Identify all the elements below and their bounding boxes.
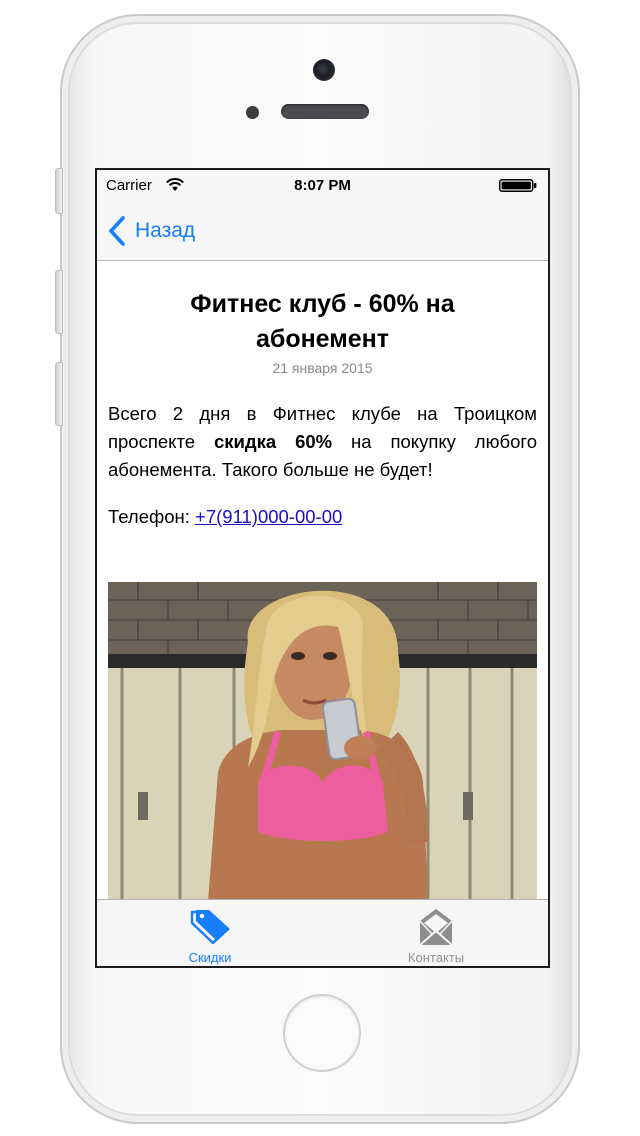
status-bar: Carrier 8:07 PM (97, 170, 548, 202)
mute-switch (55, 168, 63, 214)
article-body: Всего 2 дня в Фитнес клубе на Троицком п… (108, 400, 537, 484)
tags-icon (190, 910, 230, 945)
phone-label: Телефон: (108, 506, 196, 527)
tab-discounts[interactable]: Скидки (97, 900, 323, 966)
envelope-icon (419, 909, 453, 946)
article-photo (108, 582, 537, 899)
back-button-label: Назад (135, 219, 196, 242)
clock: 8:07 PM (294, 177, 351, 194)
front-camera (313, 59, 335, 81)
chevron-left-icon (109, 216, 125, 246)
back-button[interactable]: Назад (107, 215, 195, 247)
article-title: Фитнес клуб - 60% на абонемент (190, 290, 455, 353)
body-highlight: скидка 60% (213, 431, 333, 452)
home-button[interactable] (283, 994, 361, 1072)
proximity-sensor (246, 106, 259, 119)
volume-up-button (55, 270, 63, 334)
tab-contacts[interactable]: Контакты (323, 900, 548, 966)
article-date: 21 января 2015 (272, 360, 373, 376)
phone-line: Телефон: +7(911)000-00-00 (108, 506, 342, 528)
phone-link[interactable]: +7(911)000-00-00 (195, 506, 342, 527)
screen: Carrier 8:07 PM Назад Фитнес клуб - 60% … (95, 168, 550, 968)
tab-bar: Скидки Контакты (97, 899, 548, 966)
volume-down-button (55, 362, 63, 426)
navigation-bar: Назад (97, 202, 548, 261)
tab-discounts-label: Скидки (188, 950, 232, 965)
tab-contacts-label: Контакты (407, 950, 465, 965)
article-content[interactable]: Фитнес клуб - 60% на абонемент 21 января… (97, 261, 548, 899)
battery-icon (499, 179, 537, 192)
device-stage: Carrier 8:07 PM Назад Фитнес клуб - 60% … (0, 0, 640, 1136)
earpiece-speaker (281, 104, 369, 119)
